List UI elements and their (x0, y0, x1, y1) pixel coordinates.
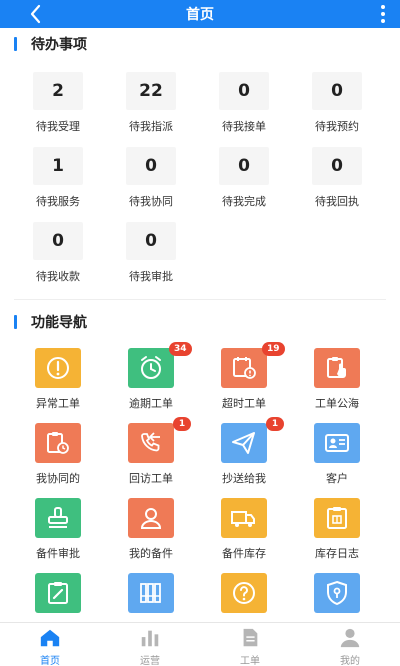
nav-item[interactable]: 34 逾期工单 (101, 342, 201, 424)
nav-item[interactable]: 备件日志 (8, 573, 108, 622)
todo-item[interactable]: 22 待我指派 (101, 72, 201, 138)
alarm-clock-icon (128, 348, 174, 388)
section-accent-bar (14, 37, 17, 51)
count-badge: 34 (169, 342, 192, 356)
nav-item[interactable]: 备件审批 (8, 498, 108, 574)
nav-label: 备件审批 (36, 547, 80, 560)
todo-label: 待我回执 (315, 195, 359, 208)
nav-item[interactable]: 企业文档 (101, 573, 201, 622)
document-icon (238, 627, 262, 649)
todo-count: 0 (126, 222, 176, 260)
todo-item[interactable]: 0 待我完成 (194, 147, 294, 213)
phone-return-icon (128, 423, 174, 463)
todo-item[interactable]: 0 待我预约 (287, 72, 387, 138)
section-accent-bar (14, 315, 17, 329)
todo-label: 待我协同 (129, 195, 173, 208)
tab-home[interactable]: 首页 (0, 623, 100, 666)
count-badge: 1 (173, 417, 191, 431)
shield-key-icon (314, 573, 360, 613)
count-badge: 19 (262, 342, 285, 356)
todo-item[interactable]: 0 待我审批 (101, 222, 201, 288)
todo-label: 待我预约 (315, 120, 359, 133)
clipboard-box-icon (314, 498, 360, 538)
todo-count: 0 (33, 222, 83, 260)
nav-label: 回访工单 (129, 472, 173, 485)
home-icon (38, 627, 62, 649)
tab-bar-chart[interactable]: 运营 (100, 623, 200, 666)
todo-count: 0 (312, 72, 362, 110)
todo-count: 2 (33, 72, 83, 110)
nav-label: 抄送给我 (222, 472, 266, 485)
todo-label: 待我服务 (36, 195, 80, 208)
todo-count: 0 (219, 72, 269, 110)
bar-chart-icon (138, 627, 162, 649)
tab-document[interactable]: 工单 (200, 623, 300, 666)
todo-label: 待我收款 (36, 270, 80, 283)
nav-label: 我协同的 (36, 472, 80, 485)
clipboard-clock-icon (35, 423, 81, 463)
clipboard-hand-icon (314, 348, 360, 388)
stamp-icon (35, 498, 81, 538)
todo-item[interactable]: 0 待我回执 (287, 147, 387, 213)
todo-count: 22 (126, 72, 176, 110)
todo-label: 待我接单 (222, 120, 266, 133)
todo-label: 待我完成 (222, 195, 266, 208)
nav-label: 备件库存 (222, 547, 266, 560)
bottom-tab-bar: 首页 运营 工单 我的 (0, 622, 400, 666)
top-bar: 首页 (0, 0, 400, 28)
paper-plane-icon (221, 423, 267, 463)
nav-label: 工单公海 (315, 397, 359, 410)
todo-label: 待我审批 (129, 270, 173, 283)
count-badge: 1 (266, 417, 284, 431)
binders-icon (128, 573, 174, 613)
more-vertical-icon[interactable] (376, 3, 390, 25)
todo-item[interactable]: 0 待我收款 (8, 222, 108, 288)
tab-label: 运营 (140, 656, 160, 666)
nav-label: 库存日志 (315, 547, 359, 560)
nav-item[interactable]: 我协同的 (8, 423, 108, 499)
truck-icon (221, 498, 267, 538)
nav-item[interactable]: 工单公海 (287, 348, 387, 424)
contact-card-icon (314, 423, 360, 463)
todo-count: 1 (33, 147, 83, 185)
tab-label: 我的 (340, 656, 360, 666)
home-content[interactable]: 待办事项 2 待我受理 22 待我指派 0 待我接单 0 待我预约 1 待我服务 0 待我协同 0 待我完… (0, 28, 400, 622)
nav-item[interactable]: 19 超时工单 (194, 342, 294, 424)
clipboard-pen-icon (35, 573, 81, 613)
tab-label: 首页 (40, 656, 60, 666)
nav-item[interactable]: 备件库存 (194, 498, 294, 574)
todo-item[interactable]: 1 待我服务 (8, 147, 108, 213)
question-icon (221, 573, 267, 613)
todo-count: 0 (312, 147, 362, 185)
nav-item[interactable]: 1 回访工单 (101, 417, 201, 499)
todo-item[interactable]: 2 待我受理 (8, 72, 108, 138)
nav-item[interactable]: 客户 (287, 423, 387, 499)
nav-label: 客户 (326, 472, 348, 485)
nav-item[interactable]: 权限管理 (287, 573, 387, 622)
tab-label: 工单 (240, 656, 260, 666)
section-divider (14, 299, 386, 300)
nav-label: 逾期工单 (129, 397, 173, 410)
user-icon (338, 627, 362, 649)
nav-item[interactable]: 库存日志 (287, 498, 387, 574)
todo-item[interactable]: 0 待我协同 (101, 147, 201, 213)
page-title: 首页 (186, 7, 214, 23)
nav-item[interactable]: FAQ (194, 573, 294, 622)
nav-item[interactable]: 我的备件 (101, 498, 201, 574)
person-icon (128, 498, 174, 538)
nav-label: 超时工单 (222, 397, 266, 410)
todo-item[interactable]: 0 待我接单 (194, 72, 294, 138)
tab-user[interactable]: 我的 (300, 623, 400, 666)
nav-item[interactable]: 1 抄送给我 (194, 417, 294, 499)
todo-label: 待我受理 (36, 120, 80, 133)
nav-item[interactable]: 异常工单 (8, 348, 108, 424)
calendar-alert-icon (221, 348, 267, 388)
todo-label: 待我指派 (129, 120, 173, 133)
todo-count: 0 (219, 147, 269, 185)
warning-icon (35, 348, 81, 388)
todo-count: 0 (126, 147, 176, 185)
nav-label: 我的备件 (129, 547, 173, 560)
nav-label: 异常工单 (36, 397, 80, 410)
